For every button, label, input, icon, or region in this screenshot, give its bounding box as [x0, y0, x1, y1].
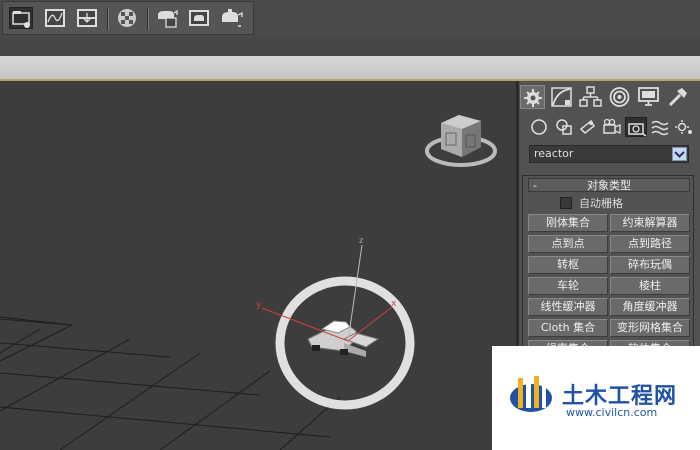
constraint-solver-button[interactable]: 约束解算器 — [610, 214, 690, 232]
rag-doll-button[interactable]: 碎布玩偶 — [610, 256, 690, 274]
shapes-category-icon[interactable] — [553, 117, 575, 137]
wheel-button[interactable]: 车轮 — [528, 277, 608, 295]
axis-label-x: x — [391, 299, 397, 309]
linear-dashpot-button[interactable]: 线性缓冲器 — [528, 298, 608, 316]
axis-label-y: y — [256, 300, 262, 310]
watermark-logo: 土木工程网 www.civilcn.com — [492, 346, 700, 450]
quick-render-icon[interactable] — [219, 7, 243, 29]
toolbar-separator — [107, 8, 109, 30]
civilcn-logo-icon — [510, 376, 552, 412]
point-to-point-button[interactable]: 点到点 — [528, 235, 608, 253]
axis-label-z: z — [359, 236, 363, 245]
chevron-down-icon[interactable] — [672, 147, 687, 161]
cloth-collection-button[interactable]: Cloth 集合 — [528, 319, 608, 337]
main-toolbar — [0, 0, 700, 38]
viewcube[interactable] — [425, 115, 497, 167]
angular-dashpot-button[interactable]: 角度缓冲器 — [610, 298, 690, 316]
category-dropdown[interactable]: reactor — [529, 145, 689, 163]
motion-tab-icon[interactable] — [607, 85, 632, 109]
render-setup-icon[interactable] — [155, 7, 179, 29]
deforming-mesh-collection-button[interactable]: 变形网格集合 — [610, 319, 690, 337]
rollout-title: 对象类型 — [587, 179, 631, 192]
watermark-site-url: www.civilcn.com — [566, 406, 658, 419]
geometry-category-icon[interactable] — [528, 117, 550, 137]
helpers-category-icon[interactable] — [625, 117, 647, 137]
rendered-frame-icon[interactable] — [187, 7, 211, 29]
systems-category-icon[interactable] — [673, 117, 695, 137]
rollout-collapse-toggle[interactable]: - — [533, 179, 537, 192]
viewport-scene: z y x — [0, 115, 497, 450]
rollout-header[interactable]: 对象类型 - — [528, 178, 690, 192]
category-dropdown-value: reactor — [534, 147, 574, 160]
point-to-path-button[interactable]: 点到路径 — [610, 235, 690, 253]
render-toolbar-group — [2, 1, 254, 35]
prismatic-button[interactable]: 棱柱 — [610, 277, 690, 295]
cameras-category-icon[interactable] — [601, 117, 623, 137]
autogrid-label: 自动栅格 — [579, 197, 623, 210]
space-warps-category-icon[interactable] — [649, 117, 671, 137]
ribbon-bar — [0, 56, 700, 80]
toolbar-spacer — [0, 38, 700, 56]
curve-editor-icon[interactable] — [43, 7, 67, 29]
lights-category-icon[interactable] — [577, 117, 599, 137]
rigid-body-collection-button[interactable]: 刚体集合 — [528, 214, 608, 232]
modify-tab-icon[interactable] — [549, 85, 574, 109]
named-selection-icon[interactable] — [9, 7, 33, 29]
home-grid — [0, 316, 341, 450]
create-tab-icon[interactable] — [520, 85, 545, 109]
utilities-tab-icon[interactable] — [665, 85, 690, 109]
toolbar-separator — [147, 8, 149, 30]
schematic-view-icon[interactable] — [75, 7, 99, 29]
hierarchy-tab-icon[interactable] — [578, 85, 603, 109]
material-editor-icon[interactable] — [115, 7, 139, 29]
display-tab-icon[interactable] — [636, 85, 661, 109]
perspective-viewport[interactable]: z y x — [0, 81, 516, 450]
autogrid-checkbox[interactable] — [560, 197, 572, 209]
hinge-button[interactable]: 转枢 — [528, 256, 608, 274]
